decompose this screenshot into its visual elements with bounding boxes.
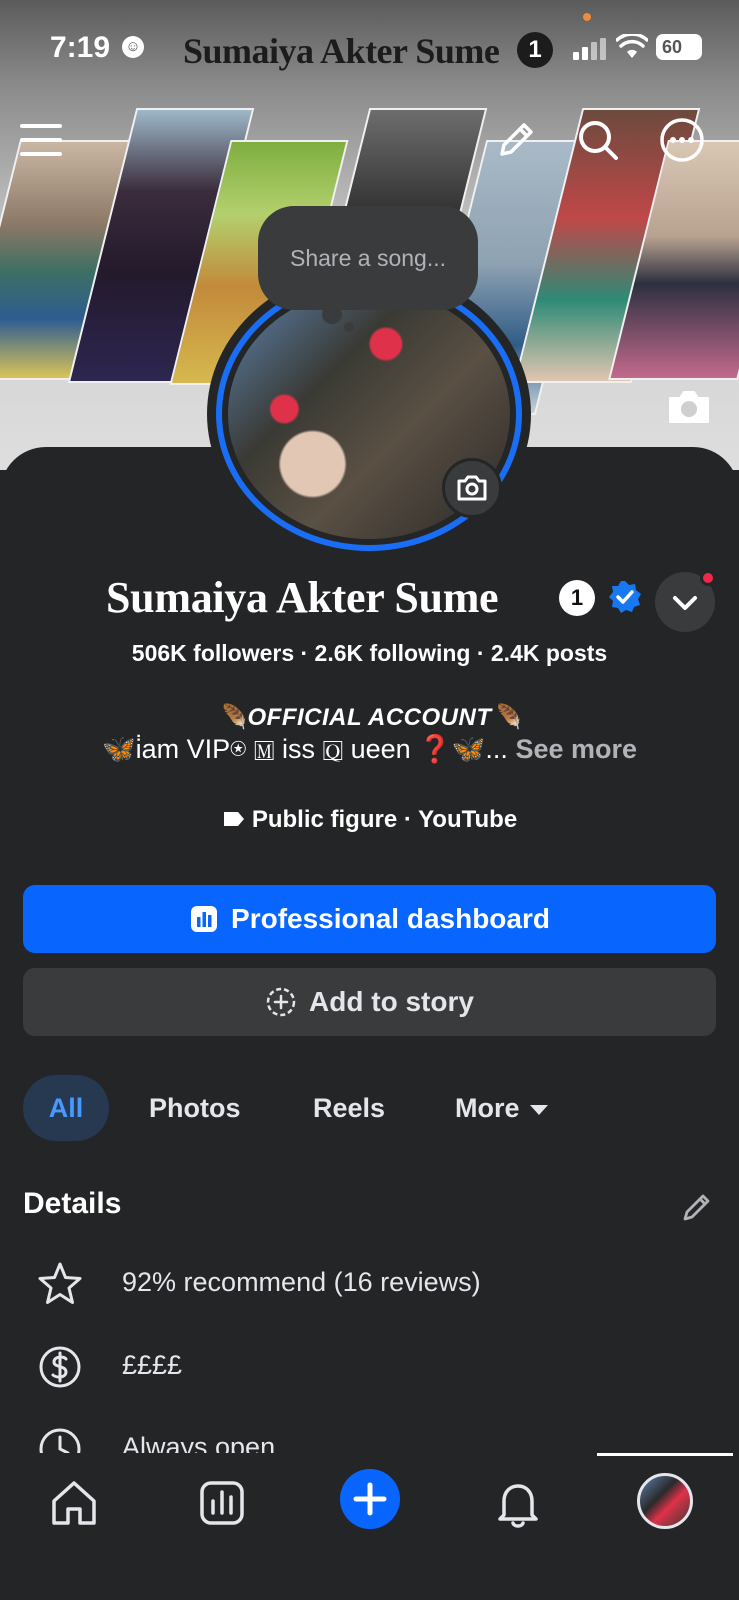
avatar-camera-button[interactable] bbox=[442, 458, 502, 518]
add-to-story-button[interactable]: Add to story bbox=[23, 968, 716, 1036]
tab-all[interactable]: All bbox=[23, 1075, 109, 1141]
detail-text: 92% recommend (16 reviews) bbox=[122, 1267, 481, 1297]
name-badge: 1 bbox=[559, 580, 595, 616]
clock-icon bbox=[39, 1428, 81, 1453]
camera-icon bbox=[457, 475, 487, 501]
profile-avatar[interactable] bbox=[637, 1473, 693, 1529]
profile-stats[interactable]: 506K followers · 2.6K following · 2.4K p… bbox=[0, 640, 739, 667]
star-icon bbox=[38, 1262, 82, 1304]
notification-dot bbox=[700, 570, 716, 586]
focus-smiley-icon: ☺ bbox=[122, 36, 144, 58]
bubble-tail-dot bbox=[322, 304, 342, 324]
battery-indicator: 60 bbox=[656, 34, 702, 60]
profile-name-row: Sumaiya Akter Sume 1 bbox=[0, 570, 739, 632]
dollar-icon bbox=[39, 1346, 81, 1388]
create-button[interactable] bbox=[340, 1469, 400, 1529]
bottom-nav bbox=[0, 1453, 739, 1600]
tab-more[interactable]: More bbox=[455, 1075, 548, 1141]
privacy-indicator-dot bbox=[583, 13, 591, 21]
bio-line-2: 🦋i̇am VIP⍟ 🄼 iss 🅀 ueen ❓🦋... See more bbox=[0, 733, 739, 766]
professional-dashboard-button[interactable]: Professional dashboard bbox=[23, 885, 716, 953]
menu-icon[interactable] bbox=[18, 116, 66, 164]
notifications-icon[interactable] bbox=[488, 1473, 548, 1533]
add-circle-icon bbox=[266, 987, 296, 1017]
profile-avatar-large[interactable] bbox=[207, 268, 531, 560]
detail-row-price: ££££ bbox=[0, 1343, 739, 1393]
detail-row-hours: Always open bbox=[0, 1425, 739, 1453]
bio-line-1: 🪶OFFICIAL ACCOUNT🪶 bbox=[217, 704, 522, 731]
profile-category: Public figure · YouTube bbox=[0, 806, 739, 834]
active-tab-indicator bbox=[597, 1453, 733, 1456]
cellular-signal-icon bbox=[573, 38, 607, 60]
professional-dashboard-label: Professional dashboard bbox=[231, 903, 550, 934]
wifi-icon bbox=[616, 34, 648, 58]
tag-icon bbox=[223, 812, 244, 826]
status-time: 7:19 bbox=[50, 31, 111, 64]
tab-photos[interactable]: Photos bbox=[149, 1075, 241, 1141]
status-title: Sumaiya Akter Sume bbox=[183, 31, 500, 71]
caret-down-icon bbox=[529, 1104, 548, 1115]
detail-text: ££££ bbox=[122, 1350, 183, 1380]
camera-icon[interactable] bbox=[666, 388, 712, 426]
detail-row-recommend[interactable]: 92% recommend (16 reviews) bbox=[0, 1260, 739, 1310]
verified-badge-icon bbox=[609, 581, 641, 613]
see-more-link[interactable]: See more bbox=[515, 734, 637, 764]
dashboard-icon bbox=[191, 906, 218, 932]
add-to-story-label: Add to story bbox=[309, 986, 474, 1017]
pencil-icon[interactable] bbox=[492, 116, 540, 164]
more-icon[interactable] bbox=[658, 116, 706, 164]
details-heading: Details bbox=[23, 1187, 122, 1220]
home-icon[interactable] bbox=[44, 1473, 104, 1533]
category-text: Public figure · YouTube bbox=[251, 806, 518, 833]
status-title-badge: 1 bbox=[517, 32, 553, 68]
tab-more-label: More bbox=[455, 1093, 520, 1123]
bio-text: 🦋i̇am VIP⍟ 🄼 iss 🅀 ueen ❓🦋... bbox=[101, 734, 508, 764]
bubble-tail-dot bbox=[344, 322, 354, 332]
dashboard-icon[interactable] bbox=[192, 1473, 252, 1533]
plus-icon bbox=[353, 1482, 387, 1516]
tab-reels[interactable]: Reels bbox=[313, 1075, 385, 1141]
status-bar: 7:19 ☺ Sumaiya Akter Sume 1 60 bbox=[0, 0, 739, 100]
profile-name: Sumaiya Akter Sume bbox=[106, 573, 499, 622]
pencil-icon[interactable] bbox=[680, 1190, 714, 1224]
search-icon[interactable] bbox=[574, 116, 622, 164]
detail-text: Always open bbox=[122, 1432, 276, 1453]
share-song-bubble[interactable]: Share a song... bbox=[258, 206, 478, 310]
